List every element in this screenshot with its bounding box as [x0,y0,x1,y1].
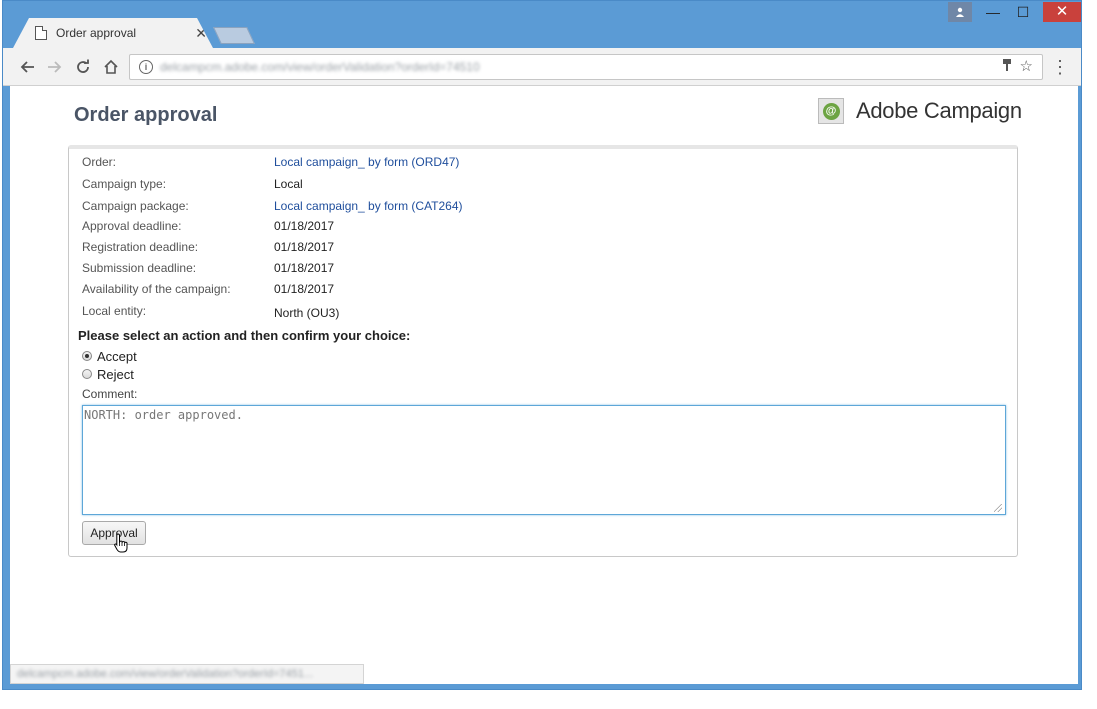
url-text: delcampcm.adobe.com/view/orderValidation… [160,60,480,74]
adobe-campaign-logo-icon: @ [818,98,844,124]
detail-value: Local [274,177,303,191]
accept-radio[interactable] [82,351,92,361]
detail-label: Local entity: [82,304,147,318]
detail-value: 01/18/2017 [274,282,335,296]
detail-value: North (OU3) [274,306,340,320]
comment-textarea[interactable]: NORTH: order approved. [82,405,1006,515]
hand-cursor-icon [114,533,128,553]
detail-row-campaign-type: Campaign type: Local [82,177,982,195]
status-url: delcampcm.adobe.com/view/orderValidation… [17,668,314,680]
address-bar[interactable]: i delcampcm.adobe.com/view/orderValidati… [129,54,1043,80]
detail-value: 01/18/2017 [274,240,335,254]
detail-value: 01/18/2017 [274,261,335,275]
resize-grip-icon[interactable] [994,504,1002,512]
key-icon[interactable] [1002,58,1012,75]
back-arrow-icon[interactable] [17,57,37,77]
brand-name: Adobe Campaign [856,98,1022,123]
menu-icon[interactable]: ⋮ [1051,56,1069,78]
detail-label: Order: [82,155,117,169]
detail-row-approval-deadline: Approval deadline: 01/18/2017 [82,219,982,237]
browser-window: Order approval ✕ — ☐ ✕ i delcampcm.adobe… [2,0,1082,690]
page-title: Order approval [74,104,218,126]
detail-label: Registration deadline: [82,240,199,254]
info-icon[interactable]: i [139,60,153,74]
detail-label: Campaign type: [82,177,167,191]
browser-toolbar: i delcampcm.adobe.com/view/orderValidati… [3,48,1081,86]
order-link[interactable]: Local campaign_ by form (ORD47) [274,155,459,169]
reject-option[interactable]: Reject [82,365,134,383]
detail-label: Campaign package: [82,199,189,213]
reject-label[interactable]: Reject [97,367,134,382]
brand: @ Adobe Campaign [818,96,1022,126]
star-icon[interactable]: ☆ [1020,57,1033,75]
tab-close-icon[interactable]: ✕ [195,26,207,40]
detail-label: Availability of the campaign: [82,282,231,296]
detail-value: 01/18/2017 [274,219,335,233]
minimize-button[interactable]: — [979,2,1007,22]
detail-row-local-entity: Local entity: North (OU3) [82,304,982,322]
page-viewport: Order approval @ Adobe Campaign Order: L… [10,86,1078,684]
user-icon[interactable] [948,2,972,22]
close-window-button[interactable]: ✕ [1043,2,1081,22]
detail-row-order: Order: Local campaign_ by form (ORD47) [82,155,982,173]
detail-label: Approval deadline: [82,219,182,233]
accept-option[interactable]: Accept [82,347,137,365]
comment-label: Comment: [82,387,138,401]
tab-title: Order approval [56,26,137,40]
reject-radio[interactable] [82,369,92,379]
home-icon[interactable] [101,57,121,77]
page-icon [35,26,47,40]
campaign-package-link[interactable]: Local campaign_ by form (CAT264) [274,199,463,213]
detail-label: Submission deadline: [82,261,197,275]
detail-row-submission-deadline: Submission deadline: 01/18/2017 [82,261,982,279]
detail-row-registration-deadline: Registration deadline: 01/18/2017 [82,240,982,258]
new-tab-button[interactable] [213,27,255,44]
maximize-button[interactable]: ☐ [1009,2,1037,22]
browser-tab[interactable]: Order approval ✕ [13,18,213,48]
detail-row-campaign-package: Campaign package: Local campaign_ by for… [82,199,982,217]
accept-label[interactable]: Accept [97,349,137,364]
approval-form: Order: Local campaign_ by form (ORD47) C… [68,145,1018,557]
title-bar: Order approval ✕ — ☐ ✕ [3,1,1081,48]
reload-icon[interactable] [73,57,93,77]
status-bar: delcampcm.adobe.com/view/orderValidation… [10,664,364,684]
forward-arrow-icon[interactable] [45,57,65,77]
detail-row-availability: Availability of the campaign: 01/18/2017 [82,282,982,300]
action-prompt: Please select an action and then confirm… [78,328,411,343]
